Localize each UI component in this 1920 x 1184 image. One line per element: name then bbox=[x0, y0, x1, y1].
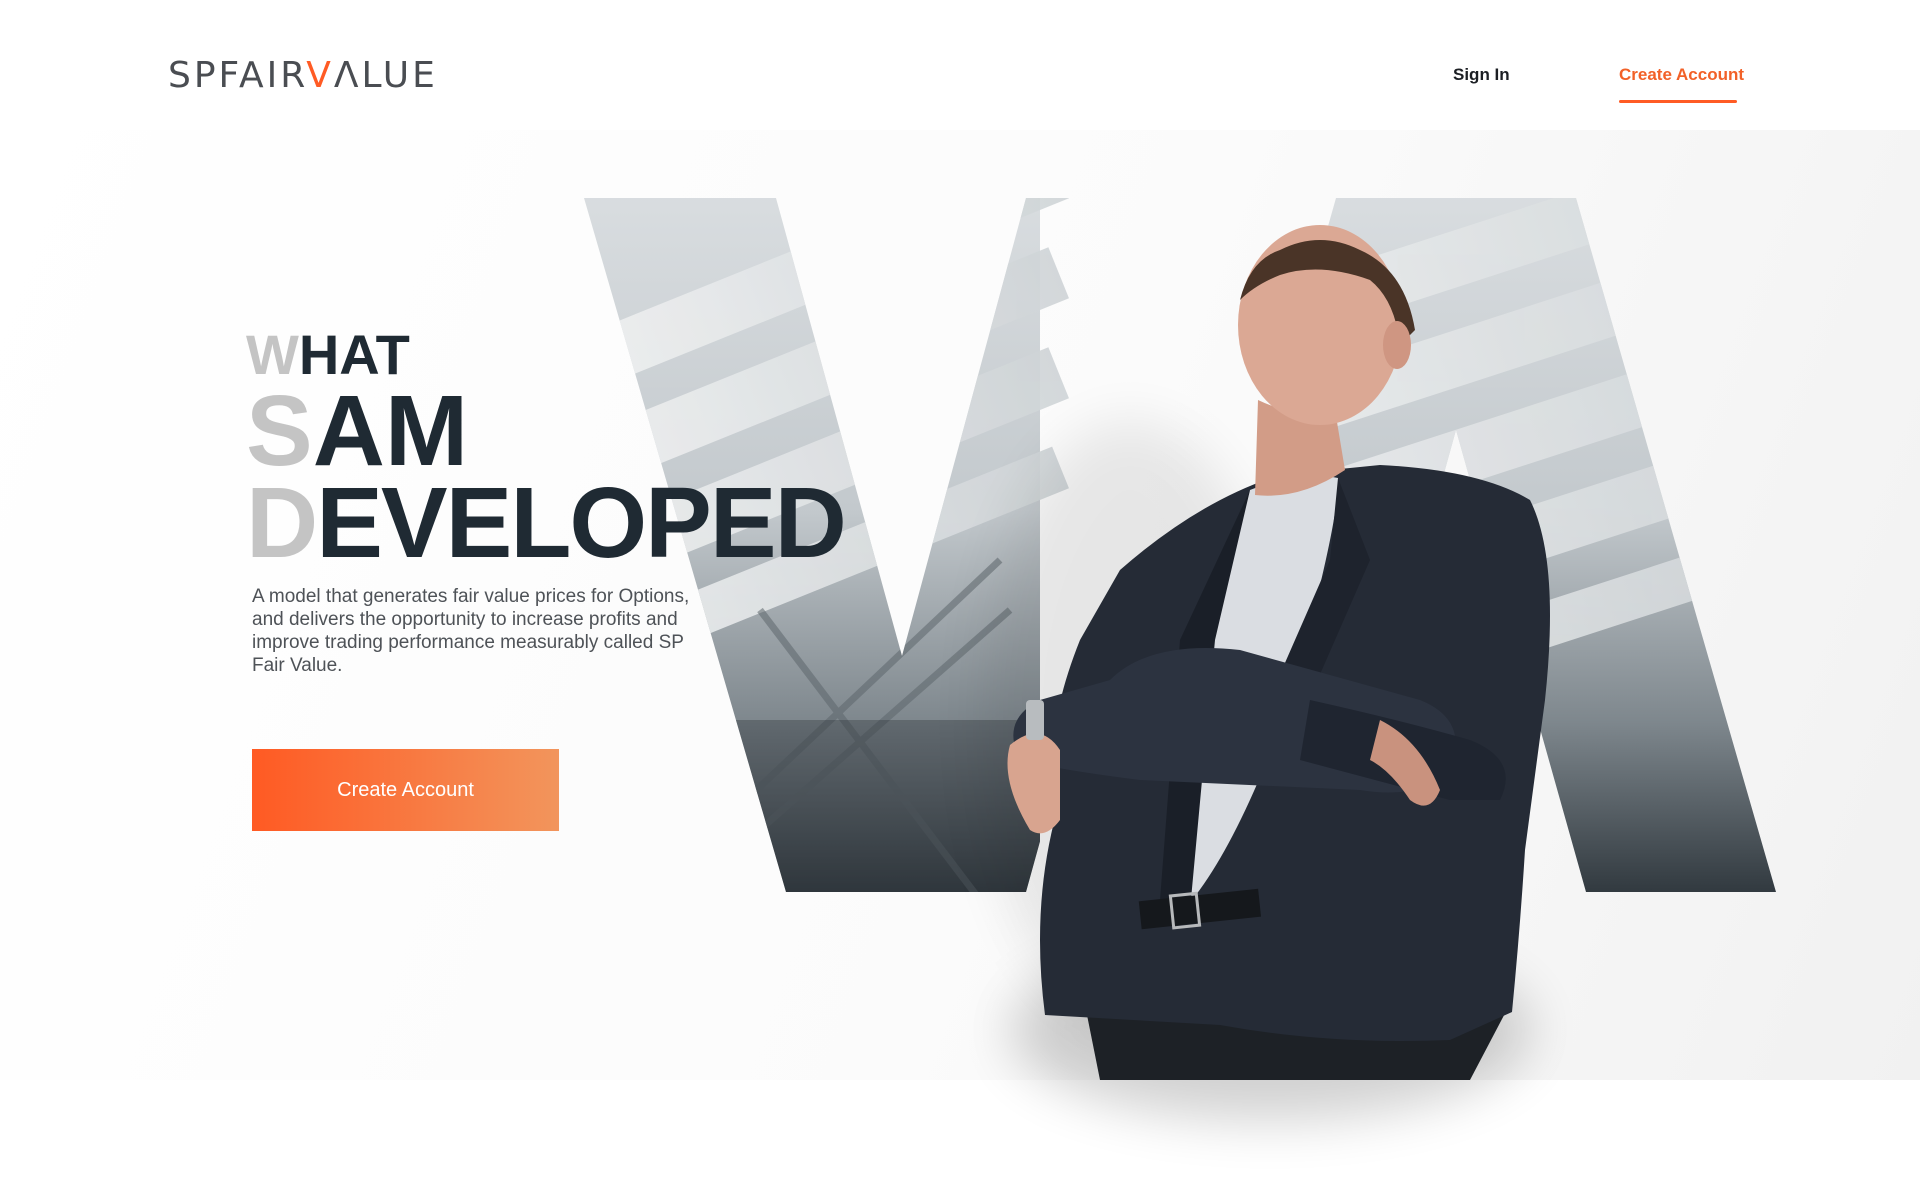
headline-initial: D bbox=[246, 467, 318, 580]
hero-description: A model that generates fair value prices… bbox=[252, 586, 690, 676]
headline-line-developed: DEVELOPED bbox=[246, 473, 847, 573]
headline-rest: EVELOPED bbox=[316, 467, 847, 580]
create-account-button[interactable]: Create Account bbox=[252, 749, 559, 831]
page: SPFAIRVΛLUE Sign In Create Account WHAT … bbox=[0, 0, 1920, 1184]
headline-line-sam: SAM bbox=[246, 381, 845, 481]
hero-headline: WHAT SAM DEVELOPED bbox=[246, 327, 847, 574]
headline-line-what: WHAT bbox=[246, 327, 845, 383]
